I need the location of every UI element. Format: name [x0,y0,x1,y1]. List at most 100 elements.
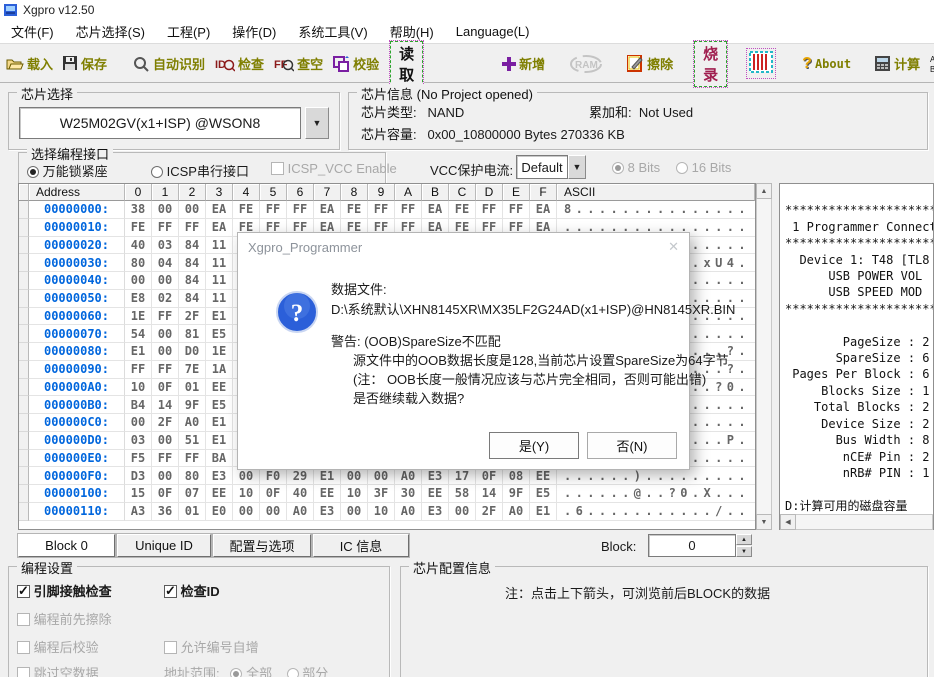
hex-byte-cell[interactable]: FF [152,361,179,379]
hex-byte-cell[interactable]: 00 [341,503,368,521]
hex-byte-cell[interactable]: 04 [152,254,179,272]
hex-byte-cell[interactable]: D3 [125,467,152,485]
check-id-button[interactable]: ID 检查 [215,54,264,73]
calc-button[interactable]: 计算 [875,54,920,73]
hex-byte-cell[interactable]: F5 [125,450,152,468]
hex-byte-cell[interactable]: E3 [422,503,449,521]
hex-byte-cell[interactable]: 00 [152,272,179,290]
hex-byte-cell[interactable]: 38 [125,201,152,219]
hex-byte-cell[interactable]: E5 [530,485,557,503]
hex-byte-cell[interactable]: FF [152,219,179,237]
menu-item[interactable]: 工程(P) [156,22,221,41]
hex-byte-cell[interactable]: B4 [125,396,152,414]
menu-item[interactable]: Language(L) [445,24,541,39]
hex-byte-cell[interactable]: 54 [125,325,152,343]
hex-byte-cell[interactable]: 2F [179,308,206,326]
hex-byte-cell[interactable]: 1E [125,308,152,326]
program-button[interactable]: 烧录 [693,40,728,88]
hex-byte-cell[interactable]: 00 [125,414,152,432]
hex-byte-cell[interactable]: 00 [152,343,179,361]
hex-byte-cell[interactable]: 01 [179,379,206,397]
hex-byte-cell[interactable]: E0 [206,503,233,521]
blank-check-button[interactable]: FF 查空 [274,54,323,73]
hex-byte-cell[interactable]: 80 [179,467,206,485]
hex-byte-cell[interactable]: EA [530,201,557,219]
hex-byte-cell[interactable]: FF [368,201,395,219]
block-input[interactable]: 0 [648,534,736,557]
hex-byte-cell[interactable]: EE [314,485,341,503]
hex-byte-cell[interactable]: 84 [179,290,206,308]
erase-button[interactable]: 擦除 [627,54,673,73]
hex-byte-cell[interactable]: EE [206,485,233,503]
hex-byte-cell[interactable]: A0 [179,414,206,432]
hex-byte-cell[interactable]: E1 [125,343,152,361]
menu-item[interactable]: 文件(F) [0,22,65,41]
scroll-down-icon[interactable]: ▼ [756,514,772,530]
hex-byte-cell[interactable]: FF [476,201,503,219]
hex-byte-cell[interactable]: 00 [260,503,287,521]
chip-test-button[interactable] [746,48,776,79]
hex-byte-cell[interactable]: FE [125,219,152,237]
hex-byte-cell[interactable]: A0 [287,503,314,521]
hex-byte-cell[interactable]: A0 [503,503,530,521]
hex-byte-cell[interactable]: 00 [179,201,206,219]
hex-byte-cell[interactable]: 36 [152,503,179,521]
verify-button[interactable]: 校验 [333,54,379,73]
hex-byte-cell[interactable]: FE [341,201,368,219]
hex-byte-cell[interactable]: 40 [125,237,152,255]
hex-byte-cell[interactable]: 84 [179,254,206,272]
hex-byte-cell[interactable]: FF [125,361,152,379]
hex-byte-cell[interactable]: FE [449,201,476,219]
hex-byte-cell[interactable]: 00 [449,503,476,521]
hex-byte-cell[interactable]: EE [422,485,449,503]
yes-button[interactable]: 是(Y) [489,432,579,459]
hex-byte-cell[interactable]: FE [233,201,260,219]
hex-byte-cell[interactable]: 0F [260,485,287,503]
hex-byte-cell[interactable]: 01 [179,503,206,521]
hex-byte-cell[interactable]: 10 [368,503,395,521]
hex-byte-cell[interactable]: 0F [152,485,179,503]
hex-byte-cell[interactable]: 03 [125,432,152,450]
hex-byte-cell[interactable]: 14 [152,396,179,414]
hex-byte-cell[interactable]: EA [314,201,341,219]
logic-tool-button[interactable]: AB& [930,54,934,74]
hex-ascii-cell[interactable]: 8............... [557,201,755,219]
hex-byte-cell[interactable]: E5 [206,396,233,414]
hex-byte-cell[interactable]: 7E [179,361,206,379]
chip-select-dropdown-button[interactable]: ▼ [305,107,329,139]
menu-item[interactable]: 芯片选择(S) [65,22,156,41]
hex-byte-cell[interactable]: 30 [395,485,422,503]
tab-ic-info[interactable]: IC 信息 [313,534,409,557]
hex-byte-cell[interactable]: A0 [395,503,422,521]
hex-byte-cell[interactable]: FF [503,201,530,219]
hex-byte-cell[interactable]: EE [206,379,233,397]
scroll-up-icon[interactable]: ▲ [756,183,772,199]
hex-byte-cell[interactable]: FF [179,219,206,237]
hex-byte-cell[interactable]: E3 [206,467,233,485]
hex-byte-cell[interactable]: 84 [179,272,206,290]
hex-byte-cell[interactable]: FF [152,308,179,326]
hex-byte-cell[interactable]: FF [152,450,179,468]
hex-byte-cell[interactable]: FF [287,201,314,219]
log-hscrollbar[interactable] [780,514,933,530]
hex-byte-cell[interactable]: 51 [179,432,206,450]
about-button[interactable]: ? About [802,55,851,73]
scroll-left-icon[interactable]: ◀ [780,514,796,530]
hex-byte-cell[interactable]: EA [422,201,449,219]
hex-byte-cell[interactable]: 14 [476,485,503,503]
hex-byte-cell[interactable]: 2F [152,414,179,432]
hex-byte-cell[interactable]: 2F [476,503,503,521]
hex-byte-cell[interactable]: 80 [125,254,152,272]
hex-byte-cell[interactable]: 00 [125,272,152,290]
hex-byte-cell[interactable]: E1 [530,503,557,521]
hex-byte-cell[interactable]: 9F [503,485,530,503]
hex-byte-cell[interactable]: FF [395,201,422,219]
hex-byte-cell[interactable]: 07 [179,485,206,503]
hex-byte-cell[interactable]: 10 [341,485,368,503]
hex-ascii-cell[interactable]: .6.........../.. [557,503,755,521]
tab-block0[interactable]: Block 0 [18,534,115,557]
hex-byte-cell[interactable]: 10 [125,379,152,397]
chip-select-combo[interactable]: W25M02GV(x1+ISP) @WSON8 [19,107,301,139]
hex-byte-cell[interactable]: E1 [206,432,233,450]
icsp-radio[interactable]: ICSP串行接口 [151,161,249,180]
